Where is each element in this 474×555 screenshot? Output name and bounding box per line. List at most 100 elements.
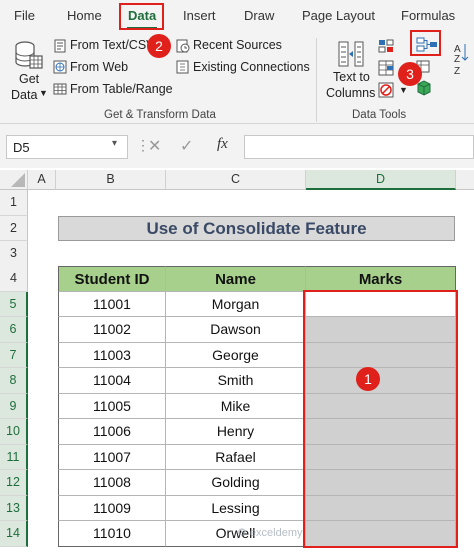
from-table-range-button[interactable] — [53, 82, 67, 99]
header-marks[interactable]: Marks — [306, 266, 456, 292]
row-header-2[interactable]: 2 — [0, 215, 28, 241]
row-header-6[interactable]: 6 — [0, 317, 28, 343]
remove-duplicates-button[interactable] — [378, 60, 396, 79]
student-name-cell[interactable]: Henry — [166, 419, 306, 445]
column-header-a[interactable]: A — [28, 170, 56, 190]
student-id-cell[interactable]: 11002 — [58, 317, 166, 343]
tab-formulas[interactable]: Formulas — [401, 8, 455, 23]
student-name-cell[interactable]: Golding — [166, 470, 306, 496]
chevron-down-icon: ▼ — [39, 88, 48, 98]
database-icon — [15, 41, 43, 69]
watermark-text: exceldemy — [249, 527, 303, 539]
watermark-logo: ⚙ exceldemy — [237, 527, 303, 539]
recent-sources-button[interactable] — [176, 39, 190, 56]
row-header-7[interactable]: 7 — [0, 342, 28, 368]
student-name-cell[interactable]: George — [166, 342, 306, 368]
row-header-13[interactable]: 13 — [0, 495, 28, 521]
student-name-cell[interactable]: Lessing — [166, 495, 306, 521]
recent-sources-label[interactable]: Recent Sources — [193, 38, 282, 52]
student-id-cell[interactable]: 11006 — [58, 419, 166, 445]
sort-a-z-button[interactable]: A Z Z — [452, 40, 470, 83]
tab-draw[interactable]: Draw — [244, 8, 274, 23]
student-id-cell[interactable]: 11005 — [58, 393, 166, 419]
row-header-3[interactable]: 3 — [0, 241, 28, 267]
from-text-csv-button[interactable] — [53, 39, 67, 56]
tab-insert[interactable]: Insert — [183, 8, 216, 23]
connections-icon — [176, 60, 189, 74]
text-file-icon — [54, 39, 66, 53]
column-header-c[interactable]: C — [166, 170, 306, 190]
chevron-down-icon[interactable]: ▾ — [112, 138, 117, 149]
from-web-button[interactable] — [53, 60, 67, 77]
text-to-columns-button[interactable] — [337, 40, 365, 71]
marks-range-highlight — [303, 290, 458, 548]
sort-icon: A Z Z — [454, 44, 469, 77]
formula-controls: ⋮ ✕ ✓ fx — [136, 135, 240, 159]
ribbon-tab-bar: File Home Data Insert Draw Page Layout F… — [0, 0, 474, 32]
text-to-columns-icon — [338, 41, 364, 67]
tab-home[interactable]: Home — [67, 8, 102, 23]
student-id-cell[interactable]: 11003 — [58, 342, 166, 368]
svg-text:Z: Z — [454, 66, 460, 77]
from-table-range-label[interactable]: From Table/Range — [70, 82, 173, 96]
from-text-csv-label[interactable]: From Text/CSV — [70, 38, 155, 52]
existing-connections-button[interactable] — [176, 60, 190, 77]
student-id-cell[interactable]: 11004 — [58, 368, 166, 394]
data-validation-button[interactable] — [378, 82, 396, 101]
text-to-columns-label-1: Text to — [333, 70, 370, 84]
formula-input[interactable] — [244, 135, 474, 159]
row-header-9[interactable]: 9 — [0, 393, 28, 419]
name-box[interactable]: D5 — [6, 135, 128, 159]
tab-file[interactable]: File — [14, 8, 35, 23]
clock-icon — [176, 39, 190, 53]
consolidate-highlight — [410, 30, 441, 56]
row-header-5[interactable]: 5 — [0, 291, 28, 317]
student-name-cell[interactable]: Rafael — [166, 444, 306, 470]
column-header-d[interactable]: D — [306, 170, 456, 190]
enter-icon[interactable]: ✓ — [180, 136, 193, 156]
student-id-cell[interactable]: 11007 — [58, 444, 166, 470]
remove-duplicates-icon — [378, 60, 394, 76]
column-header-b[interactable]: B — [56, 170, 166, 190]
get-data-button[interactable] — [14, 40, 44, 73]
header-student-id[interactable]: Student ID — [58, 266, 166, 292]
select-all-icon — [11, 173, 25, 187]
row-header-4[interactable]: 4 — [0, 266, 28, 292]
row-header-10[interactable]: 10 — [0, 419, 28, 445]
select-all-corner[interactable] — [0, 170, 28, 190]
group-divider — [316, 38, 317, 122]
student-name-cell[interactable]: Smith — [166, 368, 306, 394]
from-web-label[interactable]: From Web — [70, 60, 128, 74]
cancel-icon[interactable]: ✕ — [148, 136, 161, 156]
student-name-cell[interactable]: Morgan — [166, 291, 306, 317]
get-data-label-2: Data — [11, 88, 38, 102]
student-id-cell[interactable]: 11010 — [58, 521, 166, 547]
callout-badge-1: 1 — [356, 367, 380, 391]
student-id-cell[interactable]: 11008 — [58, 470, 166, 496]
row-header-11[interactable]: 11 — [0, 444, 28, 470]
row-header-1[interactable]: 1 — [0, 190, 28, 216]
row-header-8[interactable]: 8 — [0, 368, 28, 394]
student-name-cell[interactable]: Mike — [166, 393, 306, 419]
svg-text:Z: Z — [454, 54, 460, 65]
globe-icon — [53, 60, 67, 74]
flash-fill-button[interactable] — [378, 38, 396, 57]
sheet-title[interactable]: Use of Consolidate Feature — [58, 216, 455, 241]
tab-page-layout[interactable]: Page Layout — [302, 8, 375, 23]
insert-function-icon[interactable]: fx — [217, 136, 228, 153]
row-header-14[interactable]: 14 — [0, 521, 28, 547]
table-icon — [53, 83, 67, 95]
row-header-12[interactable]: 12 — [0, 470, 28, 496]
existing-connections-label[interactable]: Existing Connections — [193, 60, 310, 74]
header-name[interactable]: Name — [166, 266, 306, 292]
student-id-cell[interactable]: 11009 — [58, 495, 166, 521]
data-validation-icon — [378, 82, 394, 98]
callout-badge-3: 3 — [398, 62, 422, 86]
student-name-cell[interactable]: Dawson — [166, 317, 306, 343]
get-data-label: Get — [19, 72, 40, 86]
data-tab-highlight — [119, 3, 164, 30]
student-id-cell[interactable]: 11001 — [58, 291, 166, 317]
column-header-e[interactable] — [456, 170, 474, 190]
chevron-down-icon: ▼ — [399, 85, 408, 95]
data-tools-group-label: Data Tools — [352, 109, 407, 121]
